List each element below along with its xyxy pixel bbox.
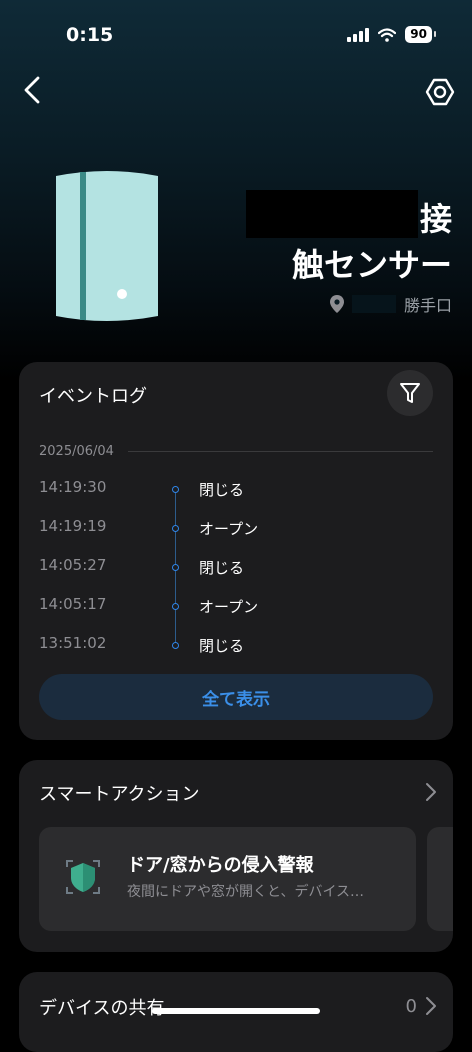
date-label: 2025/06/04 xyxy=(39,444,114,459)
event-label: 閉じる xyxy=(199,637,245,655)
event-label: 閉じる xyxy=(199,481,245,499)
timeline-dot xyxy=(172,564,179,571)
smart-actions-title: スマートアクション xyxy=(39,784,200,805)
event-row: 13:51:02 閉じる xyxy=(39,634,439,658)
device-share-title: デバイスの共有 xyxy=(39,998,165,1019)
chevron-right-icon xyxy=(426,997,436,1015)
filter-button[interactable] xyxy=(387,370,433,416)
back-button[interactable] xyxy=(18,72,48,108)
event-time: 14:05:17 xyxy=(39,595,107,613)
gear-icon xyxy=(425,78,455,106)
battery-indicator: 90 xyxy=(405,26,436,43)
event-log-card: イベントログ 2025/06/04 14:19:30 閉じる 14:19:19 … xyxy=(19,362,453,740)
contact-sensor-image xyxy=(56,171,158,321)
event-time: 14:19:30 xyxy=(39,478,107,496)
event-row: 14:19:19 オープン xyxy=(39,517,439,541)
settings-button[interactable] xyxy=(424,76,456,108)
wifi-icon xyxy=(378,27,397,42)
smart-action-title: ドア/窓からの侵入警報 xyxy=(127,855,314,876)
device-location: 勝手口 xyxy=(329,292,452,316)
smart-actions-card: スマートアクション ドア/窓からの侵入警報 夜間にドアや窓が開くと、デバイス… xyxy=(19,760,453,952)
home-indicator[interactable] xyxy=(152,1008,320,1014)
timeline-dot xyxy=(172,603,179,610)
event-log-title: イベントログ xyxy=(39,386,147,407)
redacted-location xyxy=(351,295,396,313)
event-label: 閉じる xyxy=(199,559,245,577)
filter-icon xyxy=(400,383,420,403)
smart-action-item[interactable]: ドア/窓からの侵入警報 夜間にドアや窓が開くと、デバイス… xyxy=(39,827,416,931)
event-time: 14:19:19 xyxy=(39,517,107,535)
chevron-left-icon xyxy=(24,76,40,104)
location-label: 勝手口 xyxy=(403,296,452,315)
device-name-line1: 接 xyxy=(419,200,452,238)
device-name-line2: 触センサー xyxy=(291,246,452,284)
next-smart-action-item[interactable] xyxy=(427,827,453,931)
location-pin-icon xyxy=(329,295,344,313)
date-header: 2025/06/04 xyxy=(39,444,433,459)
timeline-dot xyxy=(172,642,179,649)
show-all-button[interactable]: 全て表示 xyxy=(39,674,433,720)
event-time: 14:05:27 xyxy=(39,556,107,574)
chevron-right-icon[interactable] xyxy=(425,782,437,802)
event-row: 14:05:27 閉じる xyxy=(39,556,439,580)
status-time: 0:15 xyxy=(66,24,114,46)
event-label: オープン xyxy=(199,598,259,616)
event-label: オープン xyxy=(199,520,259,538)
timeline-dot xyxy=(172,525,179,532)
event-time: 13:51:02 xyxy=(39,634,107,652)
smart-action-description: 夜間にドアや窓が開くと、デバイス… xyxy=(127,884,365,900)
divider xyxy=(127,451,433,452)
redacted-name xyxy=(246,190,418,238)
status-icons: 90 xyxy=(347,26,436,43)
signal-icon xyxy=(347,27,370,42)
event-row: 14:19:30 閉じる xyxy=(39,478,439,502)
share-count: 0 xyxy=(405,996,417,1017)
shield-icon xyxy=(66,860,100,894)
timeline-dot xyxy=(172,486,179,493)
event-row: 14:05:17 オープン xyxy=(39,595,439,619)
